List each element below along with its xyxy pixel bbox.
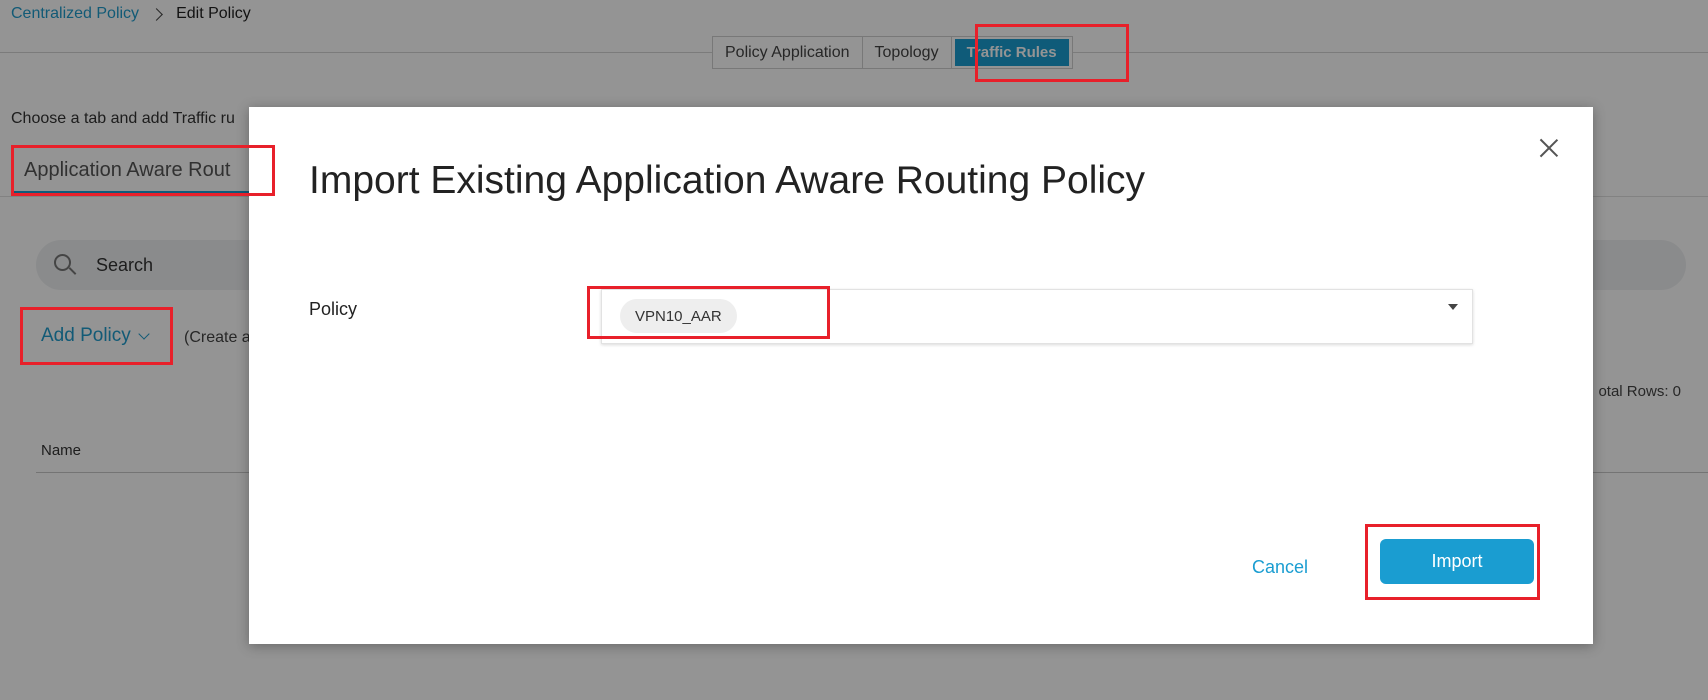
close-icon[interactable] (1539, 138, 1559, 158)
highlight-add-policy (20, 307, 173, 365)
dialog-title: Import Existing Application Aware Routin… (309, 159, 1146, 202)
highlight-policy-select (587, 286, 830, 339)
caret-down-icon[interactable] (1448, 304, 1458, 310)
highlight-import-button (1365, 524, 1540, 600)
policy-field-label: Policy (309, 299, 358, 319)
highlight-traffic-rules (975, 24, 1129, 82)
cancel-button[interactable]: Cancel (1234, 547, 1326, 587)
highlight-policy-type (11, 145, 275, 196)
